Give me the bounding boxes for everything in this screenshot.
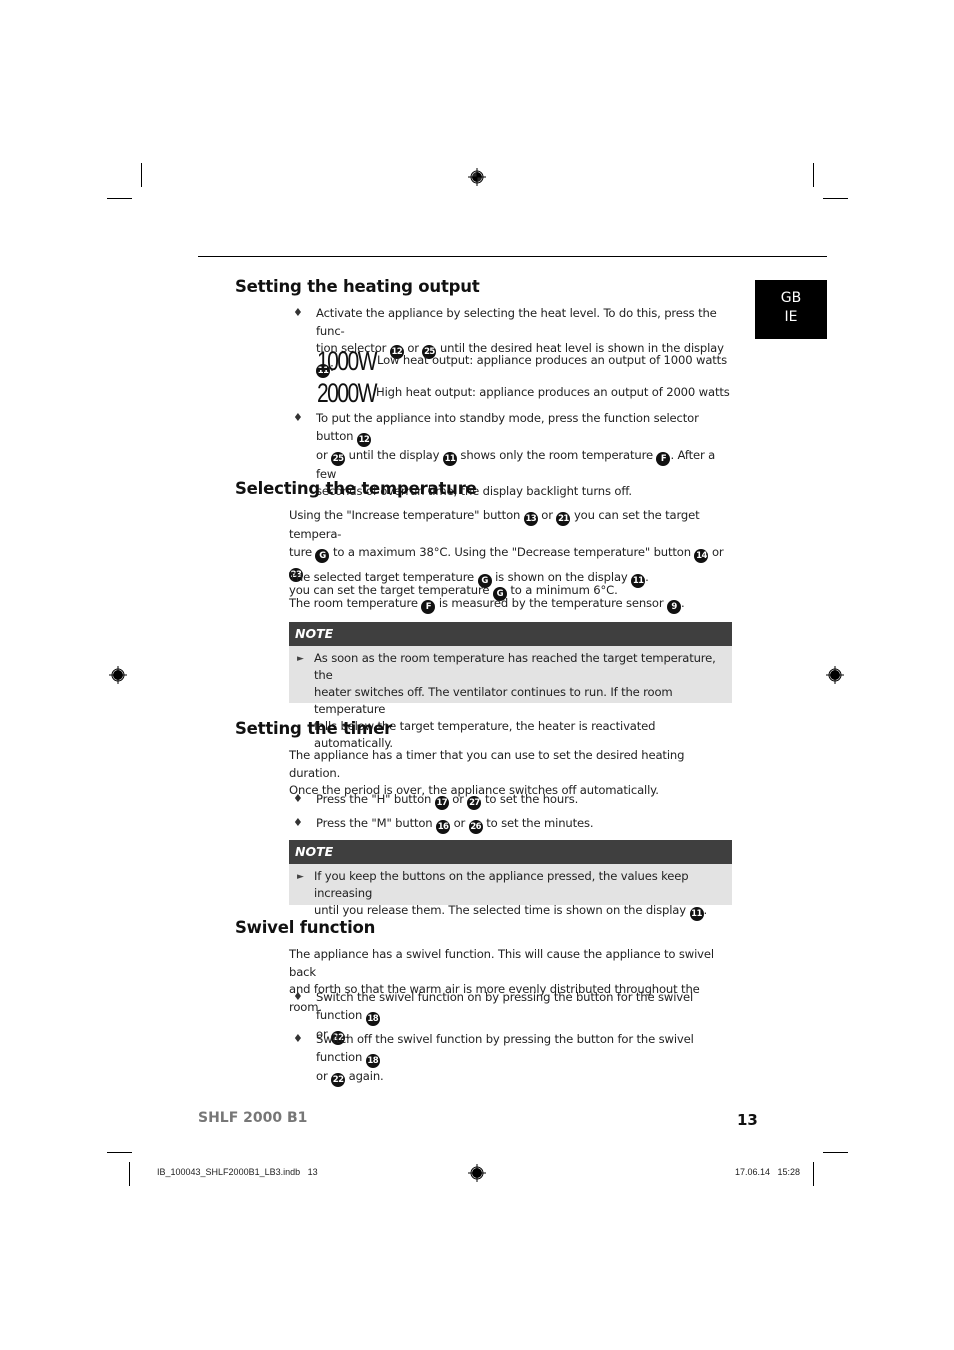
callout-number: 18 <box>365 1011 380 1026</box>
text-line: Activate the appliance by selecting the … <box>316 306 717 338</box>
section-heading-temperature: Selecting the temperature <box>235 479 477 498</box>
text-line: Using the "Increase temperature" button … <box>289 508 700 541</box>
note-label: NOTE <box>289 840 732 864</box>
section-heading-heating-output: Setting the heating output <box>235 277 480 296</box>
callout-number: 11 <box>689 907 704 921</box>
crop-mark <box>813 1162 814 1186</box>
registration-mark-icon <box>826 666 844 684</box>
text-line: Switch the swivel function on by pressin… <box>316 990 694 1026</box>
registration-mark-icon <box>468 168 486 186</box>
text-line: or 22 again. <box>316 1068 384 1087</box>
heat-level-description: Low heat output: appliance produces an o… <box>377 353 727 367</box>
timer-bullet-minutes: Press the "M" button 16 or 26 to set the… <box>316 816 594 834</box>
bullet-icon: ♦ <box>293 990 303 1003</box>
text-line: or 25 until the display 11 shows only th… <box>316 447 716 481</box>
arrow-right-icon: ► <box>297 654 304 664</box>
text-line: heater switches off. The ventilator cont… <box>314 685 673 716</box>
crop-mark <box>107 1152 132 1153</box>
callout-number: 13 <box>523 512 538 526</box>
bullet-icon: ♦ <box>293 816 303 829</box>
callout-number: 18 <box>365 1053 380 1068</box>
callout-number: 21 <box>556 512 571 526</box>
display-reading-2000w: 2000W <box>317 378 377 408</box>
note-label: NOTE <box>289 622 732 646</box>
crop-mark <box>823 198 848 199</box>
section-heading-swivel: Swivel function <box>235 918 376 937</box>
callout-number: 11 <box>631 574 646 588</box>
callout-number: 12 <box>356 432 371 447</box>
text-line: As soon as the room temperature has reac… <box>314 651 716 682</box>
bullet-icon: ♦ <box>293 411 303 424</box>
callout-number: 17 <box>434 796 449 810</box>
bullet-icon: ♦ <box>293 306 303 319</box>
text-line: If you keep the buttons on the appliance… <box>314 869 689 900</box>
language-code: GB <box>780 290 802 306</box>
note-box: NOTE ► As soon as the room temperature h… <box>289 622 732 750</box>
heat-level-description: High heat output: appliance produces an … <box>376 385 730 399</box>
arrow-right-icon: ► <box>297 872 304 882</box>
crop-mark <box>107 198 132 199</box>
language-code: IE <box>784 309 798 325</box>
callout-number: 14 <box>694 548 709 563</box>
callout-number: 22 <box>331 1072 346 1087</box>
callout-letter: G <box>477 574 492 588</box>
registration-mark-icon <box>468 1164 486 1182</box>
crop-mark <box>129 1162 130 1186</box>
note-box: NOTE ► If you keep the buttons on the ap… <box>289 840 732 921</box>
callout-letter: F <box>656 451 671 466</box>
callout-number: 27 <box>467 796 482 810</box>
temperature-paragraph-3: The room temperature F is measured by th… <box>289 596 685 614</box>
page-number: 13 <box>737 1111 758 1129</box>
footer-model-name: SHLF 2000 B1 <box>198 1110 308 1126</box>
text-line: The appliance has a swivel function. Thi… <box>289 947 714 979</box>
text-line: To put the appliance into standby mode, … <box>316 411 699 447</box>
swivel-bullet-off: Switch off the swivel function by pressi… <box>316 1031 736 1087</box>
note-text: ► If you keep the buttons on the applian… <box>289 864 732 924</box>
crop-mark <box>823 1152 848 1153</box>
bullet-icon: ♦ <box>293 1032 303 1045</box>
text-line: The appliance has a timer that you can u… <box>289 748 685 780</box>
display-reading-1000w: 1000W <box>317 346 377 376</box>
temperature-paragraph-2: The selected target temperature G is sho… <box>289 570 649 588</box>
callout-number: 25 <box>331 451 346 466</box>
bullet-icon: ♦ <box>293 792 303 805</box>
callout-number: 26 <box>468 820 483 834</box>
slug-filename: IB_100043_SHLF2000B1_LB3.indb 13 <box>157 1167 318 1177</box>
crop-mark <box>813 163 814 187</box>
language-tab: GB IE <box>755 280 827 339</box>
registration-mark-icon <box>109 666 127 684</box>
callout-number: 9 <box>667 600 682 614</box>
callout-letter: G <box>315 548 330 563</box>
crop-mark <box>141 163 142 187</box>
note-text: ► As soon as the room temperature has re… <box>289 646 732 755</box>
callout-number: 11 <box>442 451 457 466</box>
timer-bullet-hours: Press the "H" button 17 or 27 to set the… <box>316 792 579 810</box>
section-heading-timer: Setting the timer <box>235 719 393 738</box>
text-line: Switch off the swivel function by pressi… <box>316 1032 694 1068</box>
slug-timestamp: 17.06.14 15:28 <box>735 1167 801 1177</box>
callout-letter: F <box>421 600 436 614</box>
callout-number: 16 <box>436 820 451 834</box>
header-rule <box>198 256 827 257</box>
